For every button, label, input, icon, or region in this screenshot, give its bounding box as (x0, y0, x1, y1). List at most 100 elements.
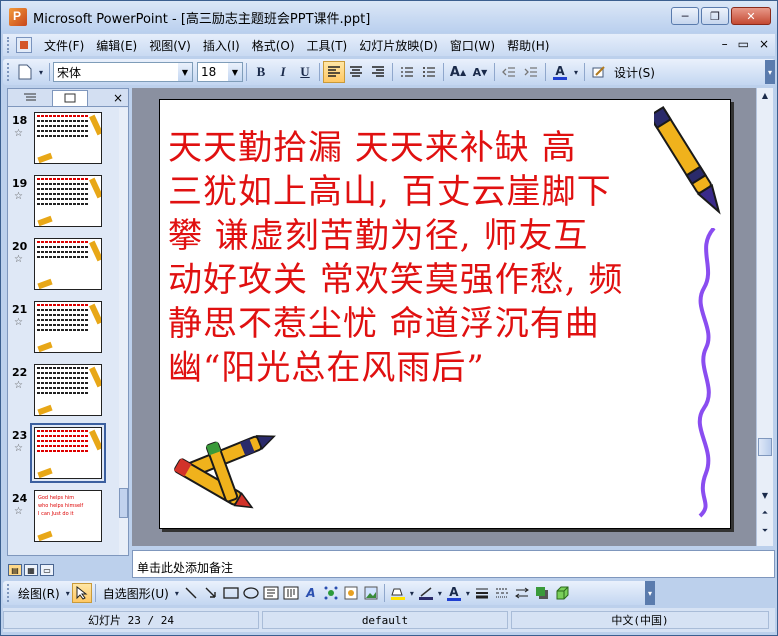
menu-grip[interactable] (7, 37, 10, 53)
arrow-style-icon[interactable] (512, 583, 532, 603)
chevron-down-icon[interactable]: ▾ (436, 583, 444, 603)
picture-icon[interactable] (361, 583, 381, 603)
restore-button[interactable]: ❐ (701, 7, 729, 25)
thumbnail-image[interactable] (34, 301, 102, 353)
thumbnail-image-selected[interactable] (30, 423, 106, 483)
doc-close-button[interactable]: × (759, 37, 769, 51)
3d-style-icon[interactable] (552, 583, 572, 603)
slide-thumbnail-21[interactable]: 21 ☆ (8, 297, 120, 360)
select-pointer-icon[interactable] (71, 583, 92, 603)
slide-thumbnail-18[interactable]: 18 ☆ (8, 108, 120, 171)
toolbar-options-icon[interactable]: ▾ (645, 581, 655, 605)
draw-menu-button[interactable]: 绘图(R) (14, 585, 64, 602)
clipart-icon[interactable] (341, 583, 361, 603)
rectangle-tool-icon[interactable] (221, 583, 241, 603)
design-icon[interactable] (588, 61, 610, 83)
slide-thumbnail-20[interactable]: 20 ☆ (8, 234, 120, 297)
fill-color-icon[interactable] (388, 583, 408, 603)
wordart-icon[interactable]: A (301, 583, 321, 603)
textbox-tool-icon[interactable] (261, 583, 281, 603)
menu-window[interactable]: 窗口(W) (444, 37, 501, 54)
document-icon[interactable] (16, 37, 32, 53)
numbering-icon[interactable] (396, 61, 418, 83)
dash-style-icon[interactable] (492, 583, 512, 603)
slideshow-view-icon[interactable]: ▭ (40, 564, 54, 576)
autoshapes-menu-button[interactable]: 自选图形(U) (99, 585, 173, 602)
menu-view[interactable]: 视图(V) (143, 37, 197, 54)
tab-outline[interactable] (12, 90, 48, 106)
normal-view-icon[interactable]: ▤ (8, 564, 22, 576)
slide-thumbnail-24[interactable]: 24 ☆ God helps him who helps himself I c… (8, 486, 120, 549)
align-left-icon[interactable] (323, 61, 345, 83)
menu-tools[interactable]: 工具(T) (301, 37, 354, 54)
thumbnail-image[interactable] (34, 364, 102, 416)
line-style-icon[interactable] (472, 583, 492, 603)
menu-slideshow[interactable]: 幻灯片放映(D) (353, 37, 444, 54)
toolbar-options-icon[interactable]: ▾ (765, 60, 775, 84)
next-slide-icon[interactable]: ⏷ (757, 524, 773, 538)
scroll-down-icon[interactable]: ▼ (757, 488, 773, 502)
chevron-down-icon[interactable]: ▼ (178, 63, 192, 81)
close-button[interactable]: ✕ (731, 7, 771, 25)
slide-body-text[interactable]: 天天勤拾漏 天天来补缺 高 三犹如上高山, 百丈云崖脚下 攀 谦虚刻苦勤为径, … (168, 126, 668, 390)
slide-vertical-scrollbar[interactable]: ▲ ▼ ⏶ ⏷ (756, 88, 773, 546)
menu-insert[interactable]: 插入(I) (197, 37, 246, 54)
bullets-icon[interactable] (418, 61, 440, 83)
thumbnail-image[interactable]: God helps him who helps himself I can Ju… (34, 490, 102, 542)
underline-button[interactable]: U (294, 61, 316, 83)
thumbnail-image[interactable] (34, 112, 102, 164)
chevron-down-icon[interactable]: ▼ (228, 63, 242, 81)
decrease-indent-icon[interactable] (498, 61, 520, 83)
menu-edit[interactable]: 编辑(E) (90, 37, 143, 54)
thumbnail-image[interactable] (34, 238, 102, 290)
new-icon[interactable] (14, 61, 36, 83)
tab-slides[interactable] (52, 89, 88, 106)
font-name-combo[interactable]: 宋体 ▼ (53, 62, 193, 82)
italic-button[interactable]: I (272, 61, 294, 83)
shadow-style-icon[interactable] (532, 583, 552, 603)
previous-slide-icon[interactable]: ⏶ (757, 506, 773, 520)
pane-scroll-thumb[interactable] (119, 488, 128, 518)
thumbnail-image[interactable] (34, 175, 102, 227)
line-tool-icon[interactable] (181, 583, 201, 603)
font-size-combo[interactable]: 18 ▼ (197, 62, 243, 82)
font-color-icon[interactable]: A (549, 61, 571, 83)
align-right-icon[interactable] (367, 61, 389, 83)
chevron-down-icon[interactable]: ▾ (64, 583, 72, 603)
pane-close-button[interactable]: × (113, 91, 123, 105)
slide-thumbnail-23[interactable]: 23 ☆ (8, 423, 120, 486)
chevron-down-icon[interactable]: ▾ (571, 61, 581, 83)
notes-pane[interactable]: 单击此处添加备注 (132, 550, 775, 578)
line-color-icon[interactable] (416, 583, 436, 603)
powerpoint-app-icon[interactable] (9, 8, 27, 26)
slide-thumbnail-19[interactable]: 19 ☆ (8, 171, 120, 234)
decrease-font-icon[interactable]: A ▼ (469, 61, 491, 83)
chevron-down-icon[interactable]: ▾ (173, 583, 181, 603)
font-color-icon[interactable]: A (444, 583, 464, 603)
menu-format[interactable]: 格式(O) (246, 37, 301, 54)
doc-restore-button[interactable]: ▭ (738, 37, 749, 51)
menu-help[interactable]: 帮助(H) (501, 37, 555, 54)
toolbar-grip[interactable] (7, 63, 10, 81)
diagram-icon[interactable] (321, 583, 341, 603)
increase-indent-icon[interactable] (520, 61, 542, 83)
align-center-icon[interactable] (345, 61, 367, 83)
design-button[interactable]: 设计(S) (610, 64, 659, 81)
increase-font-icon[interactable]: A ▲ (447, 61, 469, 83)
current-slide[interactable]: 天天勤拾漏 天天来补缺 高 三犹如上高山, 百丈云崖脚下 攀 谦虚刻苦勤为径, … (159, 99, 731, 529)
scroll-up-icon[interactable]: ▲ (757, 88, 773, 102)
vertical-textbox-tool-icon[interactable] (281, 583, 301, 603)
chevron-down-icon[interactable]: ▾ (408, 583, 416, 603)
oval-tool-icon[interactable] (241, 583, 261, 603)
arrow-tool-icon[interactable] (201, 583, 221, 603)
new-dropdown-icon[interactable]: ▾ (36, 61, 46, 83)
scroll-thumb[interactable] (758, 438, 772, 456)
bold-button[interactable]: B (250, 61, 272, 83)
menu-file[interactable]: 文件(F) (38, 37, 90, 54)
doc-minimize-button[interactable]: – (722, 37, 728, 51)
pane-scrollbar[interactable] (119, 108, 128, 555)
slide-thumbnail-22[interactable]: 22 ☆ (8, 360, 120, 423)
minimize-button[interactable]: ─ (671, 7, 699, 25)
chevron-down-icon[interactable]: ▾ (464, 583, 472, 603)
toolbar-grip[interactable] (7, 584, 10, 602)
